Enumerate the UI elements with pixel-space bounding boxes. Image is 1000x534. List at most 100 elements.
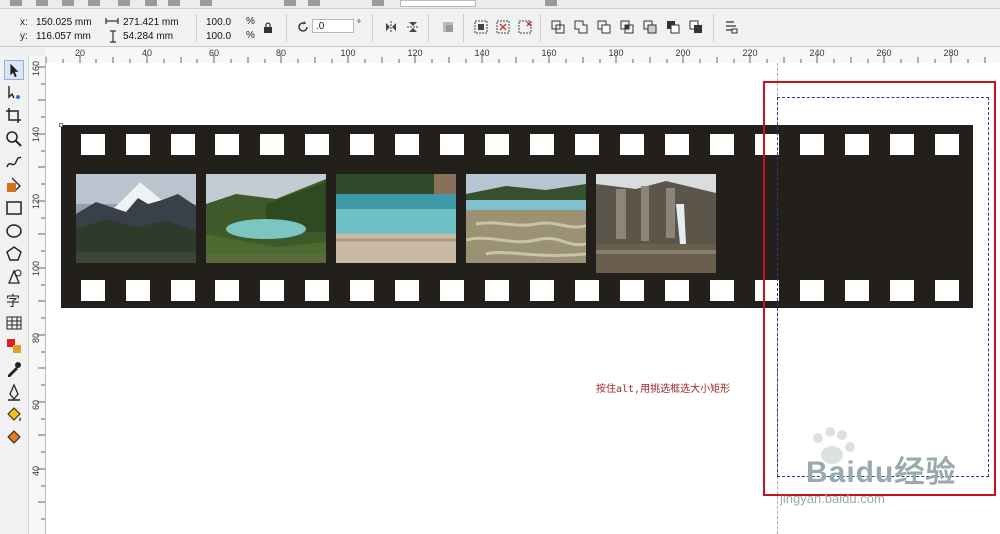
freehand-tool-icon[interactable]: [4, 152, 24, 172]
degree-symbol: °: [357, 19, 361, 30]
mirror-vertical-icon[interactable]: [406, 20, 420, 34]
film-hole[interactable]: [171, 134, 195, 155]
film-hole[interactable]: [620, 134, 644, 155]
crop-tool-icon[interactable]: [4, 106, 24, 126]
film-hole[interactable]: [440, 134, 464, 155]
photo-terraced-pools[interactable]: [466, 174, 586, 263]
film-hole[interactable]: [260, 280, 284, 301]
film-hole[interactable]: [350, 134, 374, 155]
photo-snow-mountain[interactable]: [76, 174, 196, 263]
film-hole[interactable]: [530, 134, 554, 155]
simplify-icon[interactable]: [643, 20, 657, 34]
height-icon: [110, 30, 116, 43]
watermark-text: Baidu经验: [806, 456, 957, 489]
film-hole[interactable]: [81, 134, 105, 155]
new-icon[interactable]: [10, 0, 22, 6]
film-hole[interactable]: [665, 280, 689, 301]
film-hole[interactable]: [710, 280, 734, 301]
film-hole[interactable]: [440, 280, 464, 301]
fill-tool-icon[interactable]: [4, 405, 24, 425]
polygon-tool-icon[interactable]: [4, 244, 24, 264]
smart-fill-tool-icon[interactable]: [4, 175, 24, 195]
print-icon[interactable]: [88, 0, 100, 6]
photo-lake-valley[interactable]: [206, 174, 326, 263]
scale-x-percent: %: [246, 16, 255, 27]
scale-x-field[interactable]: 100.0: [206, 16, 242, 29]
cut-icon[interactable]: [118, 0, 130, 6]
create-boundary-icon[interactable]: [724, 20, 738, 34]
trim-icon[interactable]: [597, 20, 611, 34]
text-tool-icon[interactable]: 字: [4, 290, 24, 310]
film-hole[interactable]: [575, 280, 599, 301]
photo-waterfall[interactable]: [596, 174, 716, 273]
film-hole[interactable]: [620, 280, 644, 301]
lock-icon[interactable]: [263, 22, 273, 34]
shape-tool-icon[interactable]: [4, 83, 24, 103]
rotate-icon: [298, 21, 308, 32]
film-hole[interactable]: [665, 134, 689, 155]
options-icon[interactable]: [545, 0, 557, 6]
zoom-tool-icon[interactable]: [4, 129, 24, 149]
vertical-ruler[interactable]: 160 140 120 100 80 60 40: [29, 56, 46, 534]
pick-tool-icon[interactable]: [4, 60, 24, 80]
watermark-subtext: jingyan.baidu.com: [780, 491, 885, 506]
film-hole[interactable]: [305, 280, 329, 301]
combine-icon[interactable]: [551, 20, 565, 34]
group-icon[interactable]: [474, 20, 488, 34]
mirror-horizontal-icon[interactable]: [384, 20, 398, 34]
table-tool-icon[interactable]: [4, 313, 24, 333]
film-hole[interactable]: [710, 134, 734, 155]
front-minus-back-icon[interactable]: [666, 20, 680, 34]
film-hole[interactable]: [126, 134, 150, 155]
film-hole[interactable]: [215, 280, 239, 301]
film-hole[interactable]: [171, 280, 195, 301]
film-hole[interactable]: [215, 134, 239, 155]
rectangle-tool-icon[interactable]: [4, 198, 24, 218]
film-hole[interactable]: [126, 280, 150, 301]
save-icon[interactable]: [62, 0, 74, 6]
film-hole[interactable]: [350, 280, 374, 301]
film-hole[interactable]: [485, 280, 509, 301]
publish-icon[interactable]: [372, 0, 384, 6]
film-hole[interactable]: [530, 280, 554, 301]
eyedropper-tool-icon[interactable]: [4, 359, 24, 379]
x-label: x:: [20, 17, 28, 28]
undo-icon[interactable]: [200, 0, 212, 6]
horizontal-ruler[interactable]: 20 40 60 80 100 120 140 160 180 200 220 …: [46, 47, 1000, 64]
scale-y-field[interactable]: 100.0: [206, 30, 242, 43]
outline-pen-tool-icon[interactable]: [4, 382, 24, 402]
open-icon[interactable]: [36, 0, 48, 6]
width-field[interactable]: 271.421 mm: [123, 16, 189, 29]
ungroup-icon[interactable]: [496, 20, 510, 34]
film-hole[interactable]: [395, 280, 419, 301]
toolbox: 字: [0, 56, 29, 534]
back-minus-front-icon[interactable]: [689, 20, 703, 34]
wrap-text-icon[interactable]: [441, 20, 455, 34]
ellipse-tool-icon[interactable]: [4, 221, 24, 241]
zoom-select[interactable]: [400, 0, 476, 7]
weld-icon[interactable]: [574, 20, 588, 34]
y-label: y:: [20, 31, 28, 42]
interactive-fill-tool-icon[interactable]: [4, 428, 24, 448]
scale-y-percent: %: [246, 30, 255, 41]
copy-icon[interactable]: [145, 0, 157, 6]
film-hole[interactable]: [81, 280, 105, 301]
ungroup-all-icon[interactable]: [518, 20, 532, 34]
height-field[interactable]: 54.284 mm: [123, 30, 189, 43]
photo-turquoise-lake[interactable]: [336, 174, 456, 263]
film-hole[interactable]: [395, 134, 419, 155]
blend-tool-icon[interactable]: [4, 336, 24, 356]
film-hole[interactable]: [305, 134, 329, 155]
paste-icon[interactable]: [168, 0, 180, 6]
export-icon[interactable]: [308, 0, 320, 6]
film-hole[interactable]: [575, 134, 599, 155]
film-hole[interactable]: [485, 134, 509, 155]
import-icon[interactable]: [284, 0, 296, 6]
rotation-angle-input[interactable]: .0: [312, 19, 354, 33]
y-position-field[interactable]: 116.057 mm: [36, 30, 98, 43]
intersect-icon[interactable]: [620, 20, 634, 34]
selection-node[interactable]: [59, 123, 63, 127]
film-hole[interactable]: [260, 134, 284, 155]
x-position-field[interactable]: 150.025 mm: [36, 16, 98, 29]
basic-shapes-tool-icon[interactable]: [4, 267, 24, 287]
